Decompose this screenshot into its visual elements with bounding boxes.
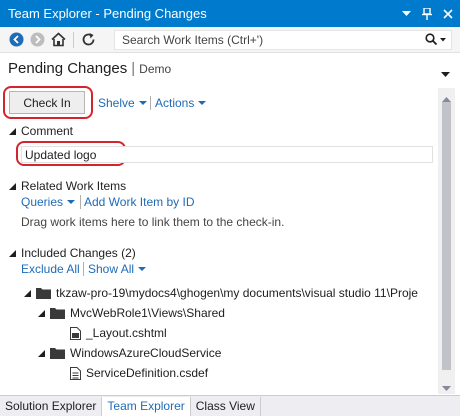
- tab-class-view[interactable]: Class View: [191, 396, 261, 416]
- comment-section-header[interactable]: Comment: [9, 124, 73, 138]
- action-divider: [150, 96, 151, 110]
- tab-team-explorer[interactable]: Team Explorer: [102, 396, 191, 416]
- chevron-down-icon: [67, 200, 76, 204]
- close-icon[interactable]: [439, 5, 457, 23]
- included-divider: [83, 262, 84, 276]
- folder-icon: [36, 288, 51, 299]
- navigation-toolbar: [0, 27, 460, 53]
- window-title: Team Explorer - Pending Changes: [8, 6, 207, 21]
- exclude-all-link[interactable]: Exclude All: [21, 262, 80, 276]
- queries-label: Queries: [21, 195, 64, 209]
- related-work-items-heading: Related Work Items: [21, 179, 127, 193]
- tree-node-cloud-service-folder[interactable]: WindowsAzureCloudService: [38, 346, 221, 360]
- folder-icon: [50, 308, 65, 319]
- refresh-icon[interactable]: [80, 31, 97, 48]
- tree-node-label: tkzaw-pro-19\mydocs4\ghogen\my documents…: [56, 286, 418, 300]
- header-separator: |: [131, 60, 136, 77]
- search-work-items-input[interactable]: [122, 33, 412, 47]
- tree-node-label: _Layout.cshtml: [86, 326, 167, 340]
- shelve-dropdown[interactable]: Shelve: [98, 96, 147, 110]
- tree-node-layout-file[interactable]: _Layout.cshtml: [70, 326, 167, 340]
- page-title: Pending Changes: [8, 60, 128, 77]
- search-work-items-box[interactable]: [114, 30, 452, 50]
- related-divider: [80, 195, 81, 209]
- expanded-triangle-icon: [38, 349, 45, 357]
- back-arrow-icon[interactable]: [8, 31, 25, 48]
- tree-node-label: MvcWebRole1\Views\Shared: [70, 306, 225, 320]
- included-changes-header[interactable]: Included Changes (2): [9, 246, 136, 260]
- tool-window-tabs: Solution Explorer Team Explorer Class Vi…: [0, 395, 460, 416]
- comment-field[interactable]: [21, 146, 433, 163]
- scrollbar-thumb[interactable]: [442, 102, 451, 370]
- expanded-triangle-icon: [38, 309, 45, 317]
- collapse-triangle-icon: [9, 127, 16, 135]
- chevron-down-icon: [198, 101, 207, 105]
- window-menu-dropdown-icon[interactable]: [397, 5, 415, 23]
- home-icon[interactable]: [50, 31, 67, 48]
- queries-dropdown[interactable]: Queries: [21, 195, 76, 209]
- title-bar: Team Explorer - Pending Changes: [0, 0, 460, 27]
- forward-arrow-icon[interactable]: [29, 31, 46, 48]
- add-work-item-by-id-link[interactable]: Add Work Item by ID: [84, 195, 194, 209]
- shelve-label: Shelve: [98, 96, 135, 110]
- vertical-scrollbar[interactable]: [438, 88, 455, 394]
- drag-work-items-hint: Drag work items here to link them to the…: [21, 215, 285, 229]
- tree-node-label: ServiceDefinition.csdef: [86, 366, 209, 380]
- included-changes-heading: Included Changes (2): [21, 246, 136, 260]
- show-all-label: Show All: [88, 262, 135, 276]
- chevron-down-icon: [138, 101, 147, 105]
- page-menu-dropdown-icon[interactable]: [441, 66, 450, 80]
- related-work-items-header[interactable]: Related Work Items: [9, 179, 126, 193]
- chevron-down-icon: [138, 267, 147, 271]
- csdef-file-icon: [70, 366, 81, 380]
- expanded-triangle-icon: [24, 289, 31, 297]
- actions-label: Actions: [155, 96, 195, 110]
- page-header: Pending Changes | Demo: [8, 60, 171, 82]
- actions-dropdown[interactable]: Actions: [155, 96, 207, 110]
- comment-input[interactable]: [22, 147, 432, 162]
- scroll-down-arrow-icon[interactable]: [442, 380, 451, 394]
- pin-icon[interactable]: [418, 5, 436, 23]
- check-in-button[interactable]: Check In: [9, 91, 85, 114]
- page-context: Demo: [139, 62, 172, 76]
- collapse-triangle-icon: [9, 249, 16, 257]
- collapse-triangle-icon: [9, 182, 16, 190]
- tree-node-service-definition-file[interactable]: ServiceDefinition.csdef: [70, 366, 208, 380]
- tree-node-root-folder[interactable]: tkzaw-pro-19\mydocs4\ghogen\my documents…: [24, 286, 418, 300]
- comment-heading: Comment: [21, 124, 74, 138]
- search-icon[interactable]: [425, 33, 447, 47]
- tab-solution-explorer[interactable]: Solution Explorer: [0, 396, 103, 416]
- show-all-dropdown[interactable]: Show All: [88, 262, 147, 276]
- toolbar-divider: [73, 31, 74, 48]
- tree-node-label: WindowsAzureCloudService: [70, 346, 222, 360]
- tree-node-views-shared-folder[interactable]: MvcWebRole1\Views\Shared: [38, 306, 225, 320]
- cshtml-file-icon: [70, 326, 81, 340]
- folder-icon: [50, 348, 65, 359]
